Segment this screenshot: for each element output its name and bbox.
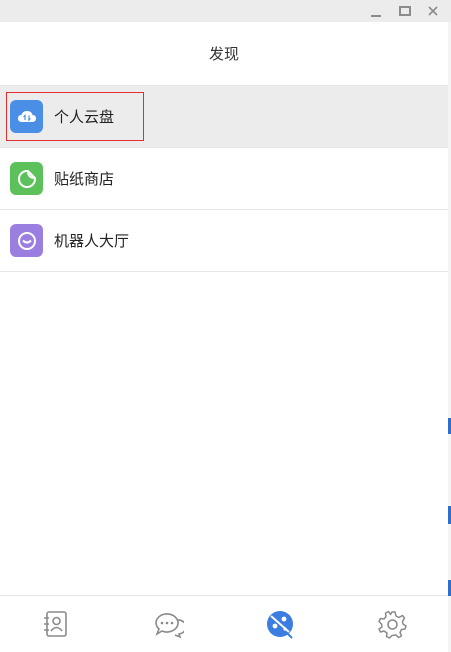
app-window: 发现 个人云盘 贴纸商店 机器人大厅 <box>0 0 451 652</box>
tab-discover[interactable] <box>224 596 336 652</box>
menu-item-label: 机器人大厅 <box>54 232 130 250</box>
page-title: 发现 <box>0 22 448 86</box>
cloud-icon <box>10 100 43 133</box>
title-bar <box>0 0 451 22</box>
discover-icon <box>267 611 293 639</box>
discover-menu-list: 个人云盘 贴纸商店 机器人大厅 <box>0 86 448 272</box>
maximize-button[interactable] <box>392 0 418 22</box>
minimize-icon <box>371 15 381 17</box>
settings-icon <box>378 610 407 639</box>
minimize-button[interactable] <box>363 0 389 22</box>
sticker-icon <box>10 162 43 195</box>
maximize-icon <box>399 6 411 16</box>
close-icon <box>428 6 438 16</box>
close-button[interactable] <box>420 0 446 22</box>
robot-icon <box>10 224 43 257</box>
tab-settings[interactable] <box>336 596 448 652</box>
menu-item-label: 贴纸商店 <box>54 170 115 188</box>
contacts-icon <box>44 611 67 637</box>
bottom-navigation <box>0 595 448 652</box>
tab-chat[interactable] <box>112 596 224 652</box>
menu-item-sticker-store[interactable]: 贴纸商店 <box>0 148 448 210</box>
chat-icon <box>155 613 184 639</box>
tab-contacts[interactable] <box>0 596 112 652</box>
menu-item-robot-hall[interactable]: 机器人大厅 <box>0 210 448 272</box>
menu-item-cloud-drive[interactable]: 个人云盘 <box>0 86 448 148</box>
menu-item-label: 个人云盘 <box>54 108 115 126</box>
